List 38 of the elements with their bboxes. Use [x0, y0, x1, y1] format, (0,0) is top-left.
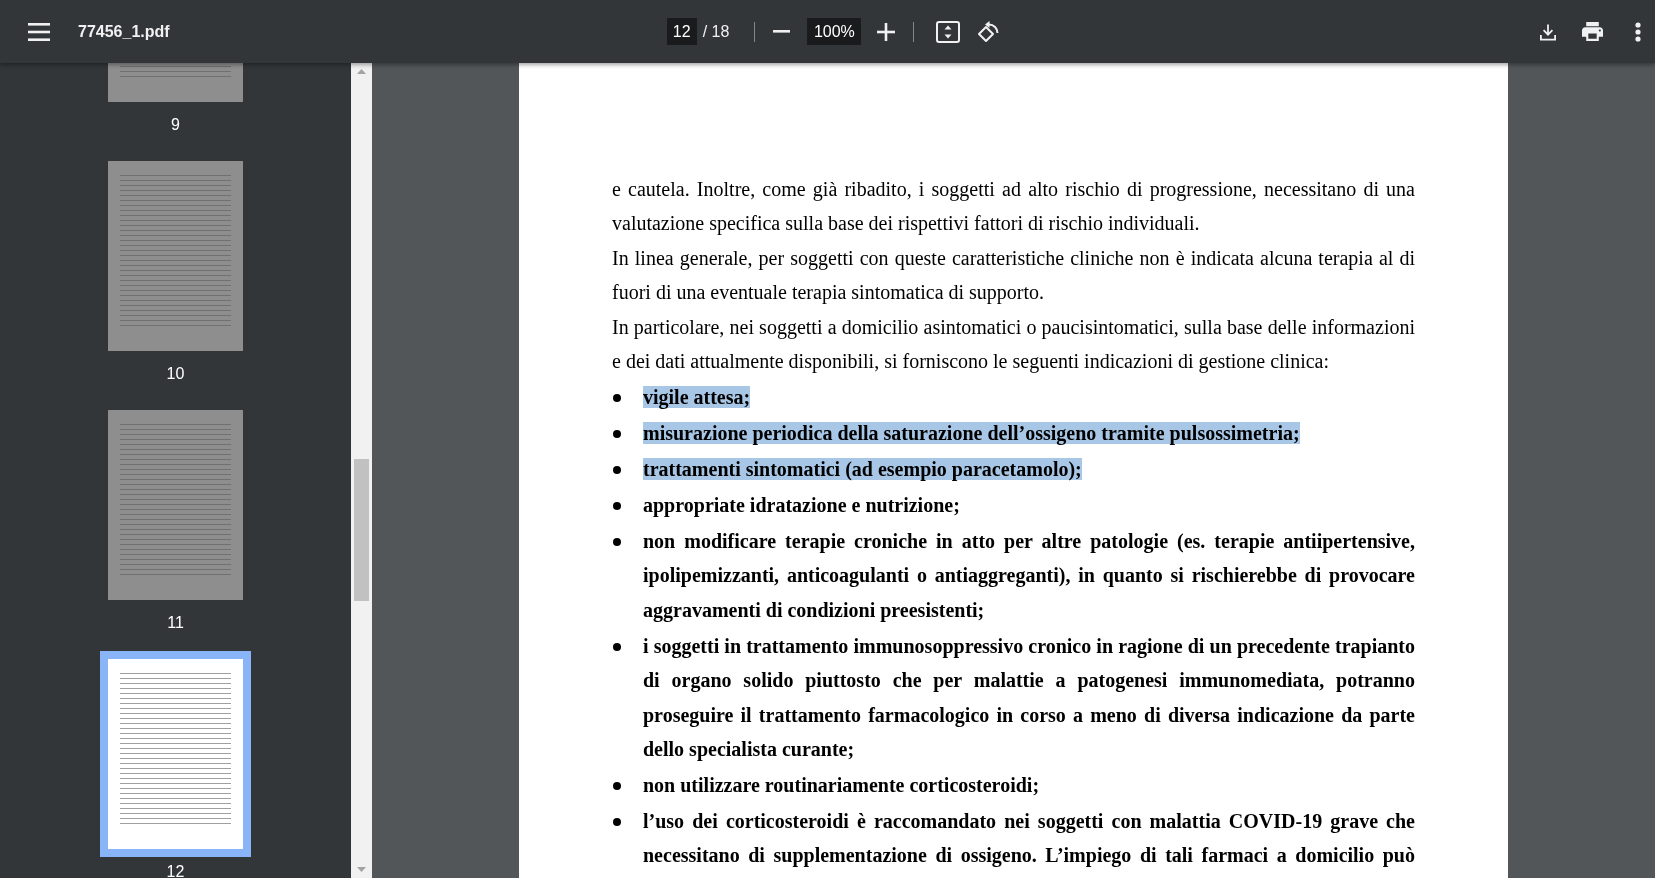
list-item-text: misurazione periodica della saturazione dell’ossigeno tramite pulsossimetria;	[643, 422, 1300, 445]
bullet-icon	[613, 781, 621, 790]
page-count: / 18	[702, 22, 730, 41]
list-item-text: appropriate idratazione e nutrizione;	[643, 494, 960, 517]
list-item-text: vigile attesa;	[643, 386, 751, 409]
bullet-icon	[613, 642, 621, 651]
document-title: 77456_1.pdf	[78, 22, 170, 41]
bullet-icon	[613, 817, 621, 826]
minus-icon[interactable]	[773, 30, 791, 33]
bullet-icon	[613, 465, 621, 474]
page-number-label: 11	[167, 615, 184, 631]
page-number-field[interactable]: 12	[666, 18, 697, 45]
download-icon[interactable]	[1539, 22, 1556, 41]
page-number-label: 12	[166, 864, 185, 878]
plus-icon[interactable]	[877, 22, 896, 41]
bullet-icon	[613, 429, 621, 438]
list-item-text: trattamenti sintomatici (ad esempio paracetamolo);	[643, 458, 1082, 481]
list-item-text: non utilizzare routinariamente corticosteroidi;	[643, 774, 1040, 797]
list-item-text: non modificare terapie croniche in atto per altre patologie (es. terapie antiipertensive, ipolipemizzanti, anticoagulanti o antiaggreganti), in quanto si rischierebbe di provocare aggravamenti di condizioni preesistenti;	[643, 530, 1415, 621]
paragraph: e cautela. Inoltre, come già ribadito, i soggetti ad alto rischio di progressione, necessitano di una valutazione specifica sulla base dei rispettivi fattori di rischio individuali.	[612, 177, 1415, 237]
fit-page-icon[interactable]	[936, 20, 961, 43]
paragraph: In linea generale, per soggetti con queste caratteristiche cliniche non è indicata alcuna terapia al di fuori di una eventuale terapia sintomatica di supporto.	[612, 245, 1415, 306]
paragraph: In particolare, nei soggetti a domicilio asintomatici o paucisintomatici, sulla base delle informazioni e dei dati attualmente disponibili, si forniscono le seguenti indicazioni di gestione clinica:	[612, 314, 1415, 375]
list-item-text: i soggetti in trattamento immunosoppressivo cronico in ragione di un precedente trapianto di organo solido piuttosto che per malattie a patogenesi immunomediata, potranno proseguire il trattamento farmacologico in corso a meno di diversa indicazione da parte dello specialista curante;	[643, 634, 1415, 761]
page-number-label: 9	[171, 117, 180, 133]
print-icon[interactable]	[1582, 22, 1603, 41]
page-thumbnail[interactable]	[100, 651, 251, 857]
rotate-icon[interactable]	[976, 19, 1001, 44]
more-icon[interactable]	[1634, 21, 1641, 42]
menu-icon[interactable]	[28, 22, 50, 41]
zoom-field[interactable]: 100%	[807, 18, 862, 45]
scrollbar-thumb[interactable]	[354, 459, 369, 601]
scrollbar-track[interactable]	[351, 63, 372, 878]
list-item-text: l’uso dei corticosteroidi è raccomandato nei soggetti con malattia COVID-19 grave che necessitano di supplementazione di ossigeno. L’impiego di tali farmaci a domicilio può	[643, 810, 1415, 867]
bullet-icon	[613, 537, 621, 546]
page-number-label: 10	[166, 366, 185, 382]
bullet-icon	[613, 393, 621, 402]
bullet-icon	[613, 501, 621, 510]
